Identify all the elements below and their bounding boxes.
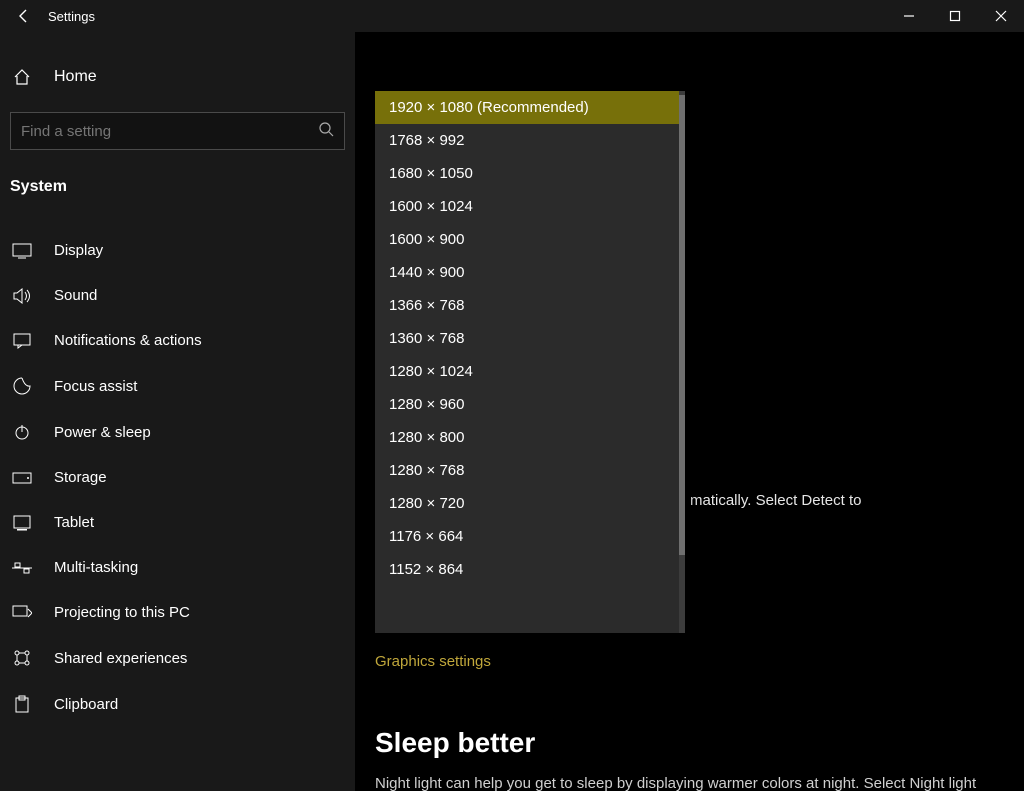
home-icon	[12, 68, 32, 86]
arrow-left-icon	[16, 8, 32, 24]
nav-list: Display Sound Notifications & actions Fo…	[0, 228, 355, 727]
detect-text-fragment: matically. Select Detect to	[690, 492, 861, 509]
project-icon	[12, 605, 32, 621]
home-nav[interactable]: Home	[0, 60, 355, 94]
nav-item-projecting[interactable]: Projecting to this PC	[0, 590, 355, 635]
graphics-settings-link[interactable]: Graphics settings	[375, 653, 491, 670]
nav-item-tablet[interactable]: Tablet	[0, 500, 355, 545]
close-icon	[995, 10, 1007, 22]
title-bar: Settings	[0, 0, 1024, 32]
nav-label: Shared experiences	[54, 650, 187, 667]
resolution-option[interactable]: 1600 × 1024	[375, 190, 679, 223]
nav-item-notifications[interactable]: Notifications & actions	[0, 318, 355, 363]
nav-label: Sound	[54, 287, 97, 304]
resolution-option[interactable]: 1152 × 864	[375, 553, 679, 586]
nav-item-multitask[interactable]: Multi-tasking	[0, 545, 355, 590]
resolution-option[interactable]: 1280 × 1024	[375, 355, 679, 388]
search-icon	[318, 121, 334, 142]
resolution-option[interactable]: 1440 × 900	[375, 256, 679, 289]
nav-label: Notifications & actions	[54, 332, 202, 349]
resolution-option[interactable]: 1366 × 768	[375, 289, 679, 322]
nav-label: Power & sleep	[54, 424, 151, 441]
display-icon	[12, 243, 32, 259]
nav-label: Focus assist	[54, 378, 137, 395]
focus-icon	[12, 377, 32, 395]
tablet-icon	[12, 515, 32, 531]
shared-icon	[12, 649, 32, 667]
sound-icon	[12, 288, 32, 304]
category-heading: System	[0, 170, 355, 214]
resolution-option[interactable]: 1768 × 992	[375, 124, 679, 157]
resolution-dropdown[interactable]: 1920 × 1080 (Recommended) 1768 × 992 168…	[375, 91, 685, 633]
notifications-icon	[12, 333, 32, 349]
resolution-option[interactable]: 1680 × 1050	[375, 157, 679, 190]
resolution-option[interactable]: 1360 × 768	[375, 322, 679, 355]
resolution-option[interactable]: 1280 × 960	[375, 388, 679, 421]
sleep-better-section: Sleep better Night light can help you ge…	[375, 727, 1015, 791]
home-label: Home	[54, 68, 97, 86]
maximize-button[interactable]	[932, 0, 978, 32]
window-title: Settings	[48, 9, 95, 24]
resolution-list: 1920 × 1080 (Recommended) 1768 × 992 168…	[375, 91, 679, 633]
sleep-heading: Sleep better	[375, 727, 1015, 759]
nav-label: Multi-tasking	[54, 559, 138, 576]
nav-item-clipboard[interactable]: Clipboard	[0, 681, 355, 727]
storage-icon	[12, 472, 32, 484]
main-pane: matically. Select Detect to 1920 × 1080 …	[355, 32, 1024, 791]
resolution-option[interactable]: 1600 × 900	[375, 223, 679, 256]
power-icon	[12, 423, 32, 441]
nav-label: Clipboard	[54, 696, 118, 713]
nav-item-sound[interactable]: Sound	[0, 273, 355, 318]
nav-label: Tablet	[54, 514, 94, 531]
close-button[interactable]	[978, 0, 1024, 32]
resolution-option[interactable]: 1280 × 800	[375, 421, 679, 454]
nav-item-focus[interactable]: Focus assist	[0, 363, 355, 409]
scrollbar-thumb[interactable]	[679, 95, 685, 555]
resolution-option[interactable]: 1280 × 720	[375, 487, 679, 520]
sleep-body: Night light can help you get to sleep by…	[375, 773, 1015, 791]
minimize-icon	[903, 10, 915, 22]
resolution-option[interactable]: 1920 × 1080 (Recommended)	[375, 91, 679, 124]
nav-item-storage[interactable]: Storage	[0, 455, 355, 500]
nav-item-shared[interactable]: Shared experiences	[0, 635, 355, 681]
dropdown-scrollbar[interactable]	[679, 91, 685, 633]
nav-item-display[interactable]: Display	[0, 228, 355, 273]
multitask-icon	[12, 561, 32, 575]
nav-label: Display	[54, 242, 103, 259]
nav-label: Storage	[54, 469, 107, 486]
resolution-option[interactable]: 1176 × 664	[375, 520, 679, 553]
sidebar: Home System Display Sound Notifications …	[0, 32, 355, 791]
resolution-option[interactable]: 1280 × 768	[375, 454, 679, 487]
minimize-button[interactable]	[886, 0, 932, 32]
search-box[interactable]	[10, 112, 345, 150]
maximize-icon	[949, 10, 961, 22]
clipboard-icon	[12, 695, 32, 713]
nav-label: Projecting to this PC	[54, 604, 190, 621]
back-button[interactable]	[0, 0, 48, 32]
search-input[interactable]	[21, 123, 318, 140]
nav-item-power[interactable]: Power & sleep	[0, 409, 355, 455]
